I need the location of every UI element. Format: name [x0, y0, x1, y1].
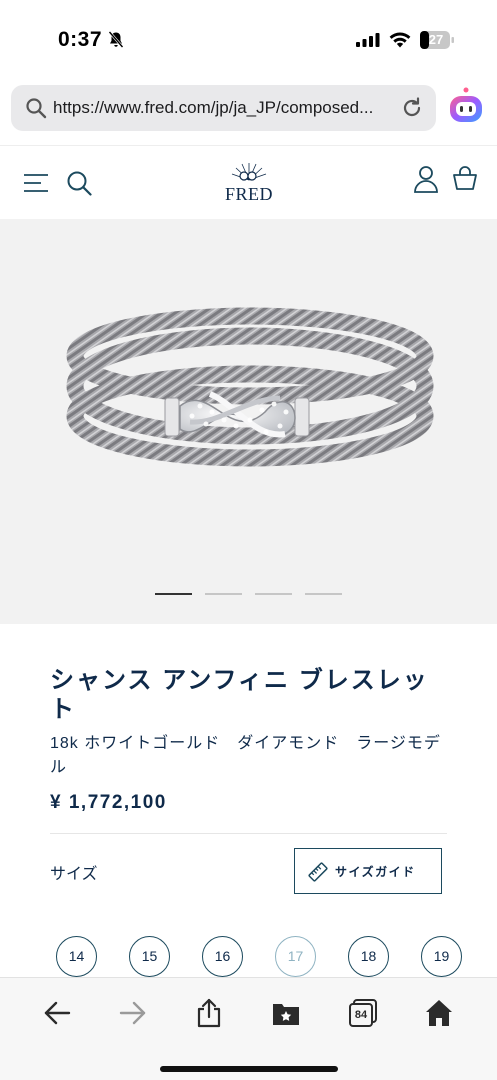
gallery-pagination — [155, 593, 345, 597]
cellular-signal-icon — [356, 33, 380, 47]
logo-emblem-icon — [231, 163, 267, 181]
divider — [50, 833, 447, 834]
wifi-icon — [389, 32, 411, 48]
size-selector: 14 15 16 17 18 19 — [0, 936, 497, 978]
status-bar: 0:37 27 — [0, 0, 497, 80]
size-option[interactable]: 18 — [348, 936, 389, 977]
bookmarks-icon[interactable] — [271, 998, 301, 1028]
back-arrow-icon[interactable] — [42, 998, 72, 1028]
search-icon[interactable] — [66, 170, 92, 196]
forward-arrow-icon[interactable] — [118, 998, 148, 1028]
account-icon[interactable] — [413, 165, 439, 193]
tabs-icon[interactable]: 84 — [348, 998, 378, 1028]
battery-level: 27 — [428, 32, 444, 47]
bracelet-image — [66, 307, 434, 467]
size-option[interactable]: 15 — [129, 936, 170, 977]
browser-toolbar: 84 — [0, 977, 497, 1080]
cart-icon[interactable] — [452, 165, 478, 191]
gallery-dot[interactable] — [255, 593, 292, 595]
address-bar[interactable]: https://www.fred.com/jp/ja_JP/composed..… — [11, 85, 436, 131]
size-guide-button[interactable]: サイズガイド — [294, 848, 442, 894]
size-option[interactable]: 17 — [275, 936, 316, 977]
bell-muted-icon — [108, 31, 124, 48]
share-icon[interactable] — [194, 998, 224, 1028]
product-price: ¥ 1,772,100 — [50, 792, 167, 813]
size-option[interactable]: 14 — [56, 936, 97, 977]
product-title: シャンス アンフィニ ブレスレット — [50, 667, 429, 723]
tabs-count: 84 — [354, 1009, 368, 1021]
fred-logo[interactable]: FRED — [218, 158, 280, 208]
ai-assistant-icon[interactable] — [446, 86, 486, 126]
gallery-dot[interactable] — [305, 593, 342, 595]
size-label: サイズ — [50, 866, 98, 883]
size-guide-label: サイズガイド — [335, 865, 416, 879]
gallery-dot[interactable] — [205, 593, 242, 595]
ruler-icon — [308, 862, 328, 882]
site-header: FRED — [0, 145, 497, 219]
menu-icon[interactable] — [23, 173, 49, 193]
product-gallery[interactable] — [0, 219, 497, 624]
logo-text: FRED — [224, 184, 273, 204]
home-icon[interactable] — [424, 998, 454, 1028]
product-subtitle: 18k ホワイトゴールド ダイアモンド ラージモデル — [50, 735, 441, 776]
gallery-dot[interactable] — [155, 593, 192, 595]
size-option[interactable]: 19 — [421, 936, 462, 977]
status-time: 0:37 — [58, 28, 103, 51]
search-icon — [26, 98, 47, 119]
url-text[interactable]: https://www.fred.com/jp/ja_JP/composed..… — [53, 98, 373, 118]
reload-icon[interactable] — [401, 97, 423, 119]
size-option[interactable]: 16 — [202, 936, 243, 977]
home-indicator[interactable] — [160, 1066, 338, 1072]
